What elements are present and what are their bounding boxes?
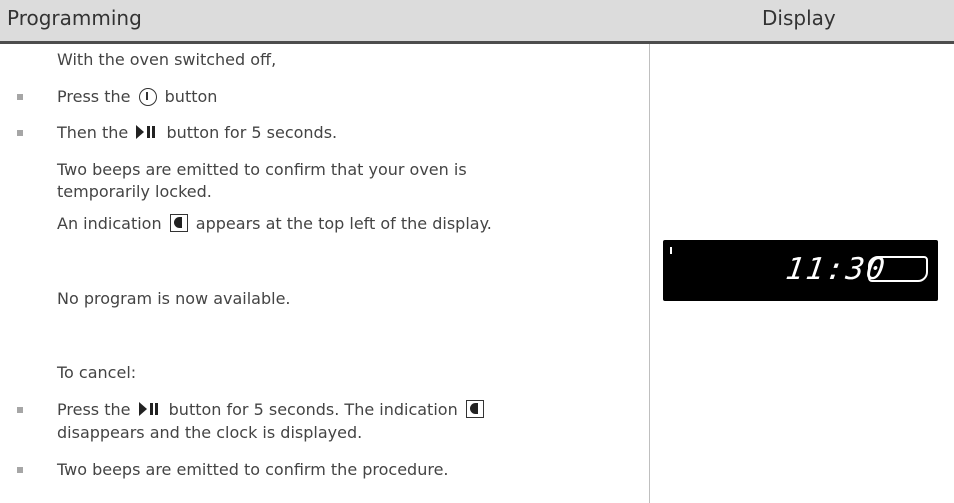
beeps-text-line1: Two beeps are emitted to confirm that yo… <box>57 160 467 179</box>
bullet-marker <box>17 130 23 136</box>
indication-suffix: appears at the top left of the display. <box>195 214 492 233</box>
lock-indicator-icon <box>169 214 188 232</box>
cancel-step-beeps: Two beeps are emitted to confirm the pro… <box>57 460 449 479</box>
bullet-marker <box>17 467 23 473</box>
power-icon <box>138 88 157 106</box>
play-pause-icon <box>136 125 158 139</box>
lock-indicator-icon <box>465 400 484 418</box>
lcd-lock-indicator <box>670 247 672 254</box>
programming-column-title: Programming <box>7 6 142 30</box>
lcd-program-frame <box>868 256 928 282</box>
bullet-marker <box>17 94 23 100</box>
no-program-text: No program is now available. <box>57 289 291 308</box>
to-cancel-heading: To cancel: <box>57 363 137 382</box>
indication-text: An indication appears at the top left of… <box>57 212 492 236</box>
step-press-power-suffix: button <box>164 87 218 106</box>
step-play-pause-suffix: button for 5 seconds. <box>166 123 338 142</box>
indication-prefix: An indication <box>57 214 162 233</box>
display-column-title: Display <box>762 6 836 30</box>
cancel-step-prefix: Press the <box>57 400 131 419</box>
table-header: Programming Display <box>0 0 954 44</box>
beeps-text-line2: temporarily locked. <box>57 182 212 201</box>
step-play-pause-prefix: Then the <box>57 123 129 142</box>
step-press-power: Press the button <box>57 85 217 109</box>
column-divider <box>649 44 650 503</box>
cancel-step-line1: Press the button for 5 seconds. The indi… <box>57 398 487 422</box>
step-press-power-prefix: Press the <box>57 87 131 106</box>
cancel-step-middle: button for 5 seconds. The indication <box>168 400 458 419</box>
oven-lcd-display: 11:30 <box>663 240 938 301</box>
cancel-step-line2: disappears and the clock is displayed. <box>57 423 363 442</box>
bullet-marker <box>17 407 23 413</box>
intro-text: With the oven switched off, <box>57 50 277 69</box>
play-pause-icon <box>138 402 161 416</box>
step-play-pause: Then the button for 5 seconds. <box>57 121 337 145</box>
